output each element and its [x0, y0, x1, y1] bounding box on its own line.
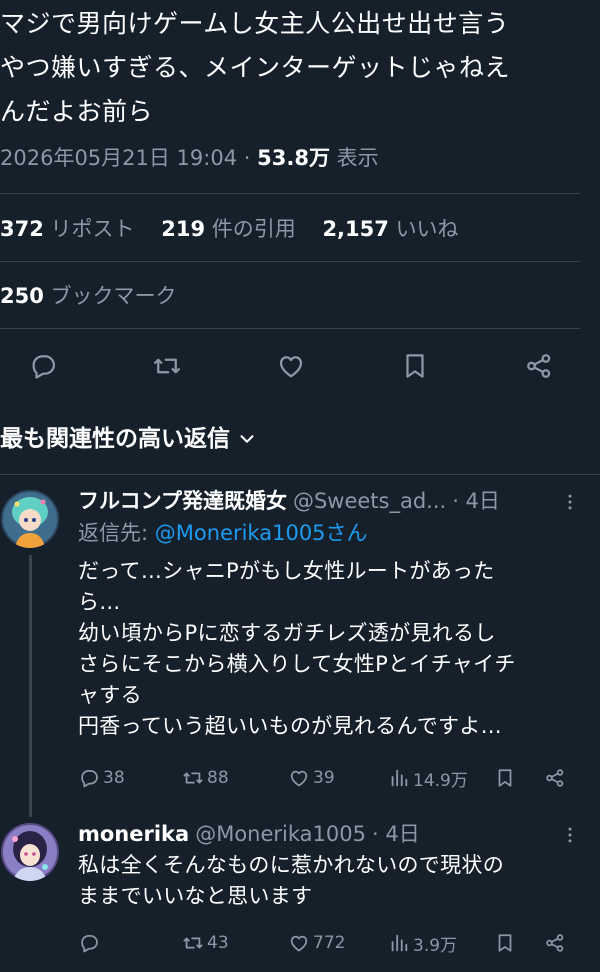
reply-text: 私は全くそんなものに惹かれないので現状の ままでいいなと思います: [78, 853, 504, 908]
views-count: 3.9万: [413, 935, 458, 956]
share-icon: [546, 769, 564, 787]
bookmarks-stat[interactable]: 250 ブックマーク: [0, 280, 177, 312]
share-icon: [527, 354, 551, 378]
reply-timestamp[interactable]: · 4日: [372, 819, 420, 849]
engagement-stats: 372 リポスト 219 件の引用 2,157 いいね: [0, 213, 479, 245]
thread-line: [29, 555, 32, 817]
divider: [0, 328, 580, 329]
like-count: 39: [313, 768, 335, 788]
repost-button[interactable]: [150, 349, 184, 383]
views-button[interactable]: 14.9万: [388, 763, 468, 793]
reposts-stat[interactable]: 372 リポスト: [0, 217, 135, 241]
reply-to-handle[interactable]: @Monerika1005さん: [155, 521, 368, 545]
more-icon: [568, 827, 572, 843]
divider: [0, 474, 600, 475]
more-icon: [568, 494, 572, 510]
likes-label: いいね: [395, 217, 459, 241]
more-options-button[interactable]: [558, 490, 582, 514]
like-button[interactable]: 772: [288, 928, 345, 958]
reposts-count: 372: [0, 217, 44, 241]
reply-action-bar: 43 772 3.9万: [78, 928, 578, 958]
reply-author-name[interactable]: フルコンプ発達既婚女: [78, 486, 287, 516]
quotes-stat[interactable]: 219 件の引用: [161, 217, 296, 241]
like-count: 772: [313, 933, 346, 953]
reply-timestamp[interactable]: · 4日: [452, 486, 500, 516]
bookmark-button[interactable]: [494, 763, 519, 793]
reply-action-bar: 38 88 39 14.9万: [78, 763, 578, 793]
chevron-down-icon: [240, 435, 254, 443]
reply-icon: [81, 934, 98, 953]
bookmark-icon: [498, 769, 512, 787]
reply-text: だって…シャニPがもし女性ルートがあった ら… 幼い頃からPに恋するガチレズ透が…: [78, 559, 516, 738]
repost-icon: [154, 358, 180, 374]
likes-stat[interactable]: 2,157 いいね: [322, 217, 458, 241]
tweet-meta: 2026年05月21日 19:04 · 53.8万 表示: [0, 143, 379, 173]
share-icon: [546, 934, 564, 952]
like-button[interactable]: 39: [288, 763, 335, 793]
bookmark-icon: [406, 354, 424, 378]
repost-count: 88: [207, 768, 229, 788]
main-tweet-text: マジで男向けゲームし女主人公出せ出せ言う やつ嫌いすぎる、メインターゲットじゃね…: [0, 9, 511, 126]
reply-sort-label: 最も関連性の高い返信: [0, 426, 230, 452]
share-button[interactable]: [544, 763, 569, 793]
quotes-count: 219: [161, 217, 206, 241]
like-button[interactable]: [274, 349, 308, 383]
bookmarks-count: 250: [0, 284, 44, 308]
reply-to-line: 返信先: @Monerika1005さん: [78, 518, 368, 548]
reply-author-handle[interactable]: @Monerika1005: [195, 819, 366, 849]
repost-button[interactable]: 43: [182, 928, 229, 958]
views-icon: [391, 934, 408, 952]
share-button[interactable]: [522, 349, 556, 383]
reply-button[interactable]: [78, 928, 103, 958]
like-icon: [279, 356, 303, 378]
reply-button[interactable]: 38: [78, 763, 125, 793]
reply-header: フルコンプ発達既婚女 @Sweets_ad... · 4日: [78, 486, 500, 516]
tweet-action-bar: [0, 345, 600, 385]
divider: [0, 193, 580, 194]
avatar[interactable]: [1, 490, 59, 548]
bookmarks-label: ブックマーク: [50, 284, 177, 308]
avatar-image: [1, 823, 59, 881]
reposts-label: リポスト: [50, 217, 135, 241]
reply-icon: [32, 355, 55, 379]
repost-icon: [183, 937, 203, 949]
reply-sort-dropdown[interactable]: 最も関連性の高い返信: [0, 423, 258, 455]
share-button[interactable]: [544, 928, 569, 958]
reply-header: monerika @Monerika1005 · 4日: [78, 819, 420, 849]
likes-count: 2,157: [322, 217, 389, 241]
reply-to-label: 返信先:: [78, 521, 149, 545]
tweet-date[interactable]: 2026年05月21日 19:04: [0, 146, 237, 170]
repost-icon: [183, 772, 203, 784]
views-count: 14.9万: [413, 770, 468, 791]
reply-author-handle[interactable]: @Sweets_ad...: [293, 486, 446, 516]
bookmark-button[interactable]: [494, 928, 519, 958]
quotes-label: 件の引用: [211, 217, 296, 241]
divider: [0, 261, 580, 262]
bookmark-button[interactable]: [398, 349, 432, 383]
avatar[interactable]: [1, 823, 59, 881]
more-options-button[interactable]: [558, 823, 582, 847]
reply-count: 38: [103, 768, 125, 788]
views-icon: [391, 769, 408, 787]
meta-separator: ·: [243, 146, 251, 170]
reply-button[interactable]: [26, 349, 60, 383]
like-icon: [290, 770, 308, 787]
reply-author-name[interactable]: monerika: [78, 819, 189, 849]
like-icon: [290, 935, 308, 952]
avatar-image: [1, 490, 59, 548]
bookmark-icon: [498, 934, 512, 952]
views-count: 53.8万: [257, 146, 330, 170]
reply-icon: [81, 769, 98, 788]
repost-count: 43: [207, 933, 229, 953]
views-button[interactable]: 3.9万: [388, 928, 457, 958]
views-label: 表示: [336, 146, 379, 170]
repost-button[interactable]: 88: [182, 763, 229, 793]
